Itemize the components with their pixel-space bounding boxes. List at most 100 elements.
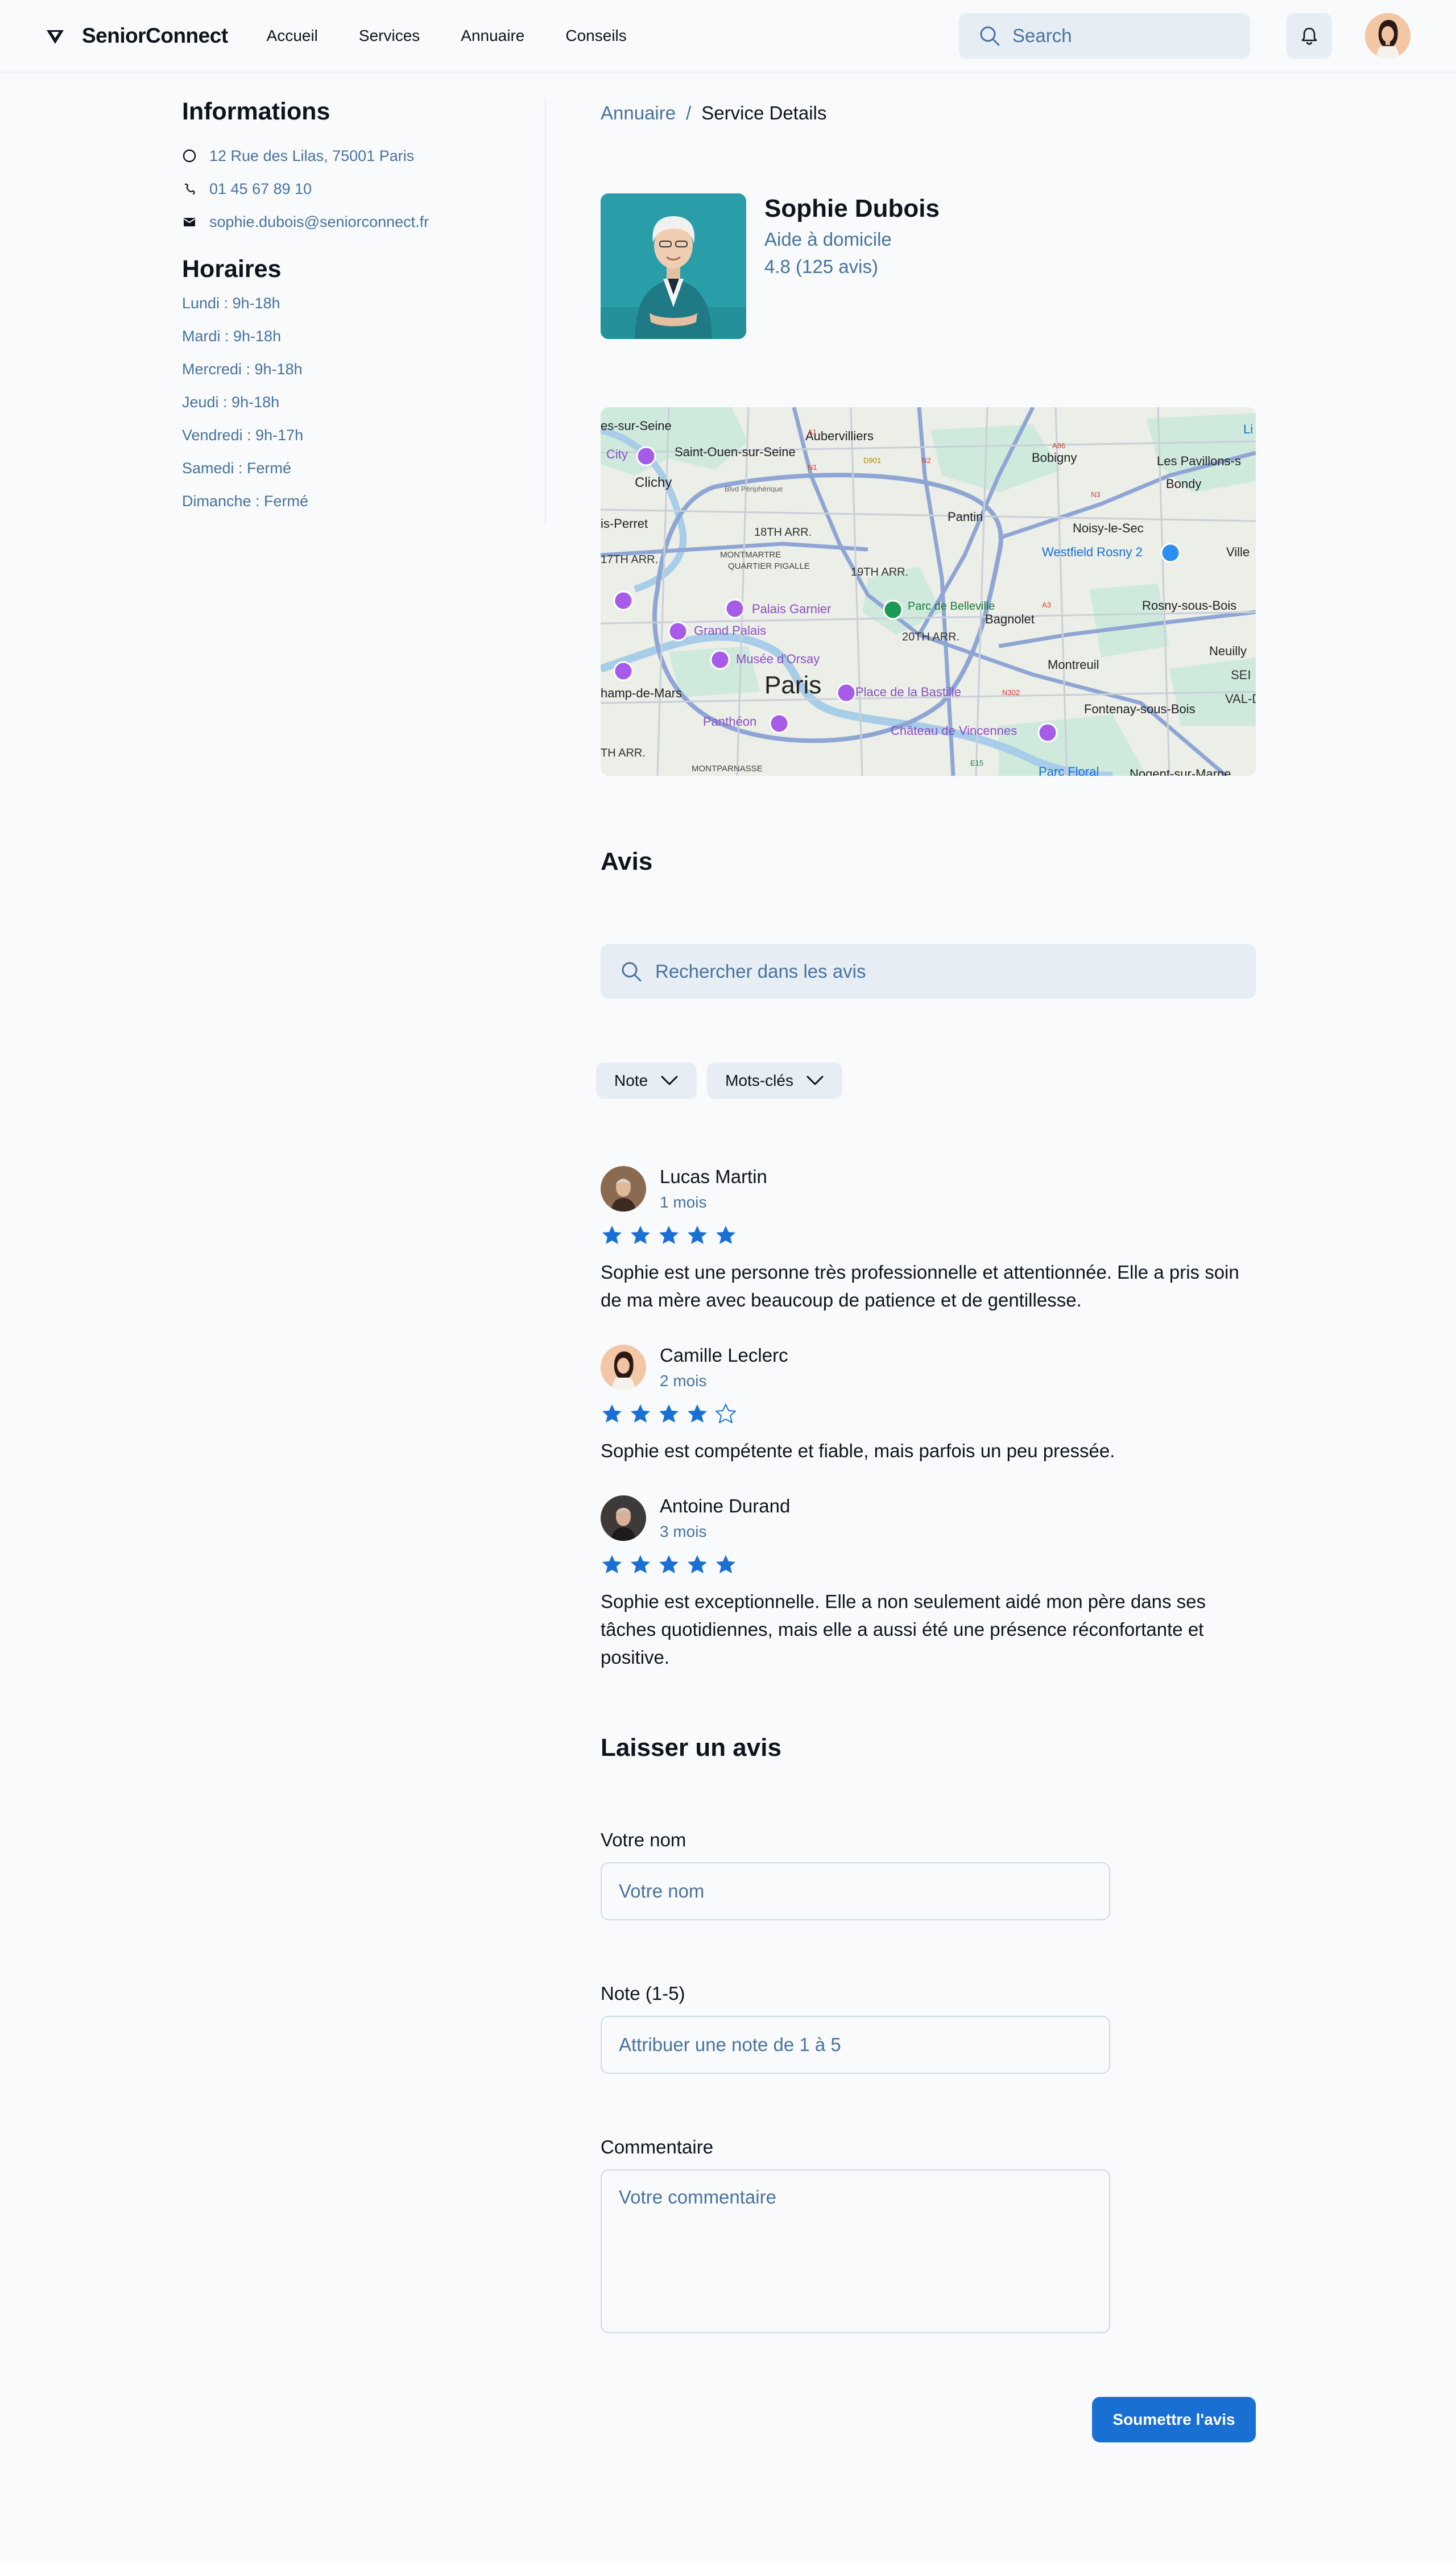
breadcrumb-current: Service Details [701, 102, 827, 123]
sidebar: Informations 12 Rue des Lilas, 75001 Par… [182, 98, 546, 526]
comment-placeholder: Votre commentaire [619, 2186, 776, 2208]
star-filled-icon [688, 1226, 707, 1244]
review-time: 3 mois [660, 1523, 707, 1540]
notifications-button[interactable] [1287, 13, 1332, 59]
star-filled-icon [659, 1555, 679, 1573]
location-map[interactable]: es-sur-Seine Saint-Ouen-sur-Seine Aubervil… [601, 407, 1256, 776]
name-input[interactable]: Votre nom [601, 1862, 1110, 1920]
comment-label: Commentaire [601, 2136, 714, 2157]
note-label: Note (1-5) [601, 1983, 685, 2004]
map-label: MONTPARNASSE [692, 764, 763, 774]
hours-friday: Vendredi : 9h-17h [182, 427, 304, 444]
hours-title: Horaires [182, 255, 282, 283]
map-label: Parc de Belleville [908, 600, 995, 613]
review-rating [601, 1403, 1256, 1425]
email-text: sophie.dubois@seniorconnect.fr [209, 213, 429, 230]
comment-textarea[interactable]: Votre commentaire [601, 2169, 1110, 2333]
review-rating [601, 1553, 1256, 1576]
profile-rating: 4.8 (125 avis) [764, 256, 878, 277]
review-time: 2 mois [660, 1372, 707, 1390]
star-filled-icon [631, 1555, 650, 1573]
nav-accueil[interactable]: Accueil [267, 27, 318, 45]
reviews-search-input[interactable]: Rechercher dans les avis [601, 944, 1256, 999]
map-pin-icon [1160, 543, 1181, 563]
map-label: Montreuil [1048, 658, 1099, 672]
profile-photo [601, 193, 746, 339]
email-row[interactable]: sophie.dubois@seniorconnect.fr [182, 205, 546, 238]
map-label: Château de Vincennes [891, 724, 1017, 738]
map-label: Nogent-sur-Marne [1130, 767, 1231, 776]
star-filled-icon [602, 1555, 622, 1573]
hours-saturday: Samedi : Fermé [182, 460, 292, 477]
main-nav: Accueil Services Annuaire Conseils [267, 27, 627, 45]
map-label: Clichy [635, 475, 672, 490]
top-bar: SeniorConnect Accueil Services Annuaire … [0, 0, 1456, 73]
search-icon [622, 962, 642, 982]
map-label: 17TH ARR. [601, 553, 658, 566]
map-label: Blvd Périphérique [725, 485, 783, 493]
chevron-down-icon [806, 1076, 824, 1085]
user-avatar[interactable] [1365, 13, 1410, 59]
submit-review-button[interactable]: Soumettre l'avis [1092, 2397, 1256, 2442]
star-filled-icon [602, 1226, 622, 1244]
breadcrumb-separator: / [686, 102, 692, 123]
logo[interactable]: SeniorConnect [46, 24, 228, 48]
map-label: TH ARR. [601, 747, 646, 759]
map-label: SEI [1231, 668, 1251, 682]
review-text: Sophie est compétente et fiable, mais pa… [601, 1440, 1115, 1461]
map-pin-icon [725, 598, 745, 619]
filter-note[interactable]: Note [596, 1063, 697, 1099]
star-filled-icon [716, 1555, 735, 1573]
map-pin-icon [1037, 722, 1058, 743]
search-placeholder: Search [1012, 25, 1072, 46]
map-label: N1 [808, 463, 817, 472]
map-image: es-sur-SeineSaint-Ouen-sur-SeineAubervil… [601, 407, 1256, 776]
star-filled-icon [602, 1404, 622, 1423]
reviewer-avatar [601, 1166, 646, 1212]
phone-row[interactable]: 01 45 67 89 10 [182, 172, 546, 205]
map-label: Rosny-sous-Bois [1142, 598, 1236, 613]
nav-annuaire[interactable]: Annuaire [461, 27, 524, 45]
map-label: Bondy [1166, 477, 1201, 491]
reviews-title: Avis [601, 848, 653, 875]
review-item: Lucas Martin 1 mois Sophie est une perso… [601, 1166, 1256, 1314]
map-label: Parc Floral [1039, 764, 1099, 776]
map-label: Saint-Ouen-sur-Seine [675, 445, 796, 459]
breadcrumb: Annuaire / Service Details [601, 102, 1256, 124]
note-input[interactable]: Attribuer une note de 1 à 5 [601, 2016, 1110, 2074]
map-pin-icon [613, 590, 634, 611]
comment-field-group: Commentaire Votre commentaire [601, 2136, 1256, 2333]
map-pin-icon [668, 621, 688, 642]
map-label: Les Pavillons-s [1157, 454, 1241, 468]
hours-monday: Lundi : 9h-18h [182, 295, 280, 312]
address-text: 12 Rue des Lilas, 75001 Paris [209, 147, 415, 164]
logo-icon [47, 30, 64, 44]
profile-role: Aide à domicile [764, 229, 892, 250]
hours-wednesday: Mercredi : 9h-18h [182, 361, 303, 378]
filter-keywords-label: Mots-clés [725, 1072, 793, 1089]
star-filled-icon [659, 1226, 679, 1244]
map-label: N2 [921, 456, 931, 465]
name-placeholder: Votre nom [619, 1880, 705, 1901]
star-filled-icon [631, 1404, 650, 1423]
map-label: Place de la Bastille [855, 685, 961, 699]
map-label: A1 [808, 428, 817, 436]
nav-conseils[interactable]: Conseils [565, 27, 626, 45]
hours-tuesday: Mardi : 9h-18h [182, 328, 282, 345]
leave-review-title: Laisser un avis [601, 1734, 781, 1762]
map-pin-icon [883, 600, 903, 620]
bell-icon [1301, 27, 1317, 45]
map-label: es-sur-Seine [601, 419, 672, 433]
reviewer-avatar [601, 1495, 646, 1541]
review-filters: Note Mots-clés [596, 1063, 1256, 1099]
location-icon [183, 149, 196, 163]
nav-services[interactable]: Services [359, 27, 420, 45]
map-label: MONTMARTRE [720, 550, 781, 560]
map-pin-icon [636, 446, 656, 466]
map-label: Westfield Rosny 2 [1042, 545, 1143, 559]
hours-sunday: Dimanche : Fermé [182, 493, 309, 510]
breadcrumb-annuaire[interactable]: Annuaire [601, 102, 676, 124]
filter-keywords[interactable]: Mots-clés [707, 1063, 842, 1099]
search-input[interactable]: Search [959, 13, 1250, 59]
phone-text: 01 45 67 89 10 [209, 180, 312, 197]
